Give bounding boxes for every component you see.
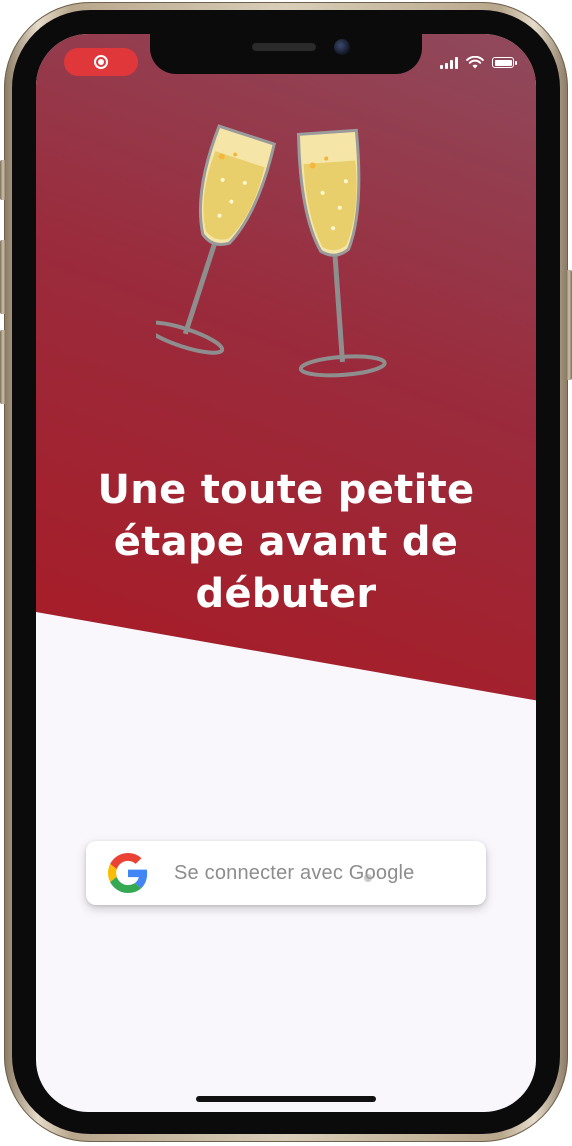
record-icon	[94, 55, 108, 69]
notch	[150, 34, 422, 74]
power-button	[566, 270, 572, 380]
volume-down-button	[0, 330, 6, 404]
wifi-icon	[466, 56, 484, 69]
app-screen: Une toute petite étape avant de débuter …	[36, 34, 536, 1112]
mute-switch	[0, 160, 6, 200]
speaker-grille	[252, 43, 316, 51]
signal-icon	[440, 56, 458, 69]
touch-indicator	[364, 874, 372, 882]
status-bar-icons	[440, 56, 517, 69]
page-title: Une toute petite étape avant de débuter	[97, 467, 475, 617]
champagne-glasses-icon	[156, 124, 387, 378]
google-sign-in-button[interactable]: Se connecter avec Google	[86, 841, 486, 905]
screen-recording-indicator[interactable]	[64, 48, 138, 76]
front-camera	[334, 39, 350, 55]
google-sign-in-label: Se connecter avec Google	[174, 862, 415, 884]
phone-device: Une toute petite étape avant de débuter …	[0, 0, 572, 1146]
google-g-icon	[108, 853, 148, 893]
battery-icon	[492, 57, 517, 68]
home-indicator[interactable]	[196, 1096, 376, 1102]
volume-up-button	[0, 240, 6, 314]
